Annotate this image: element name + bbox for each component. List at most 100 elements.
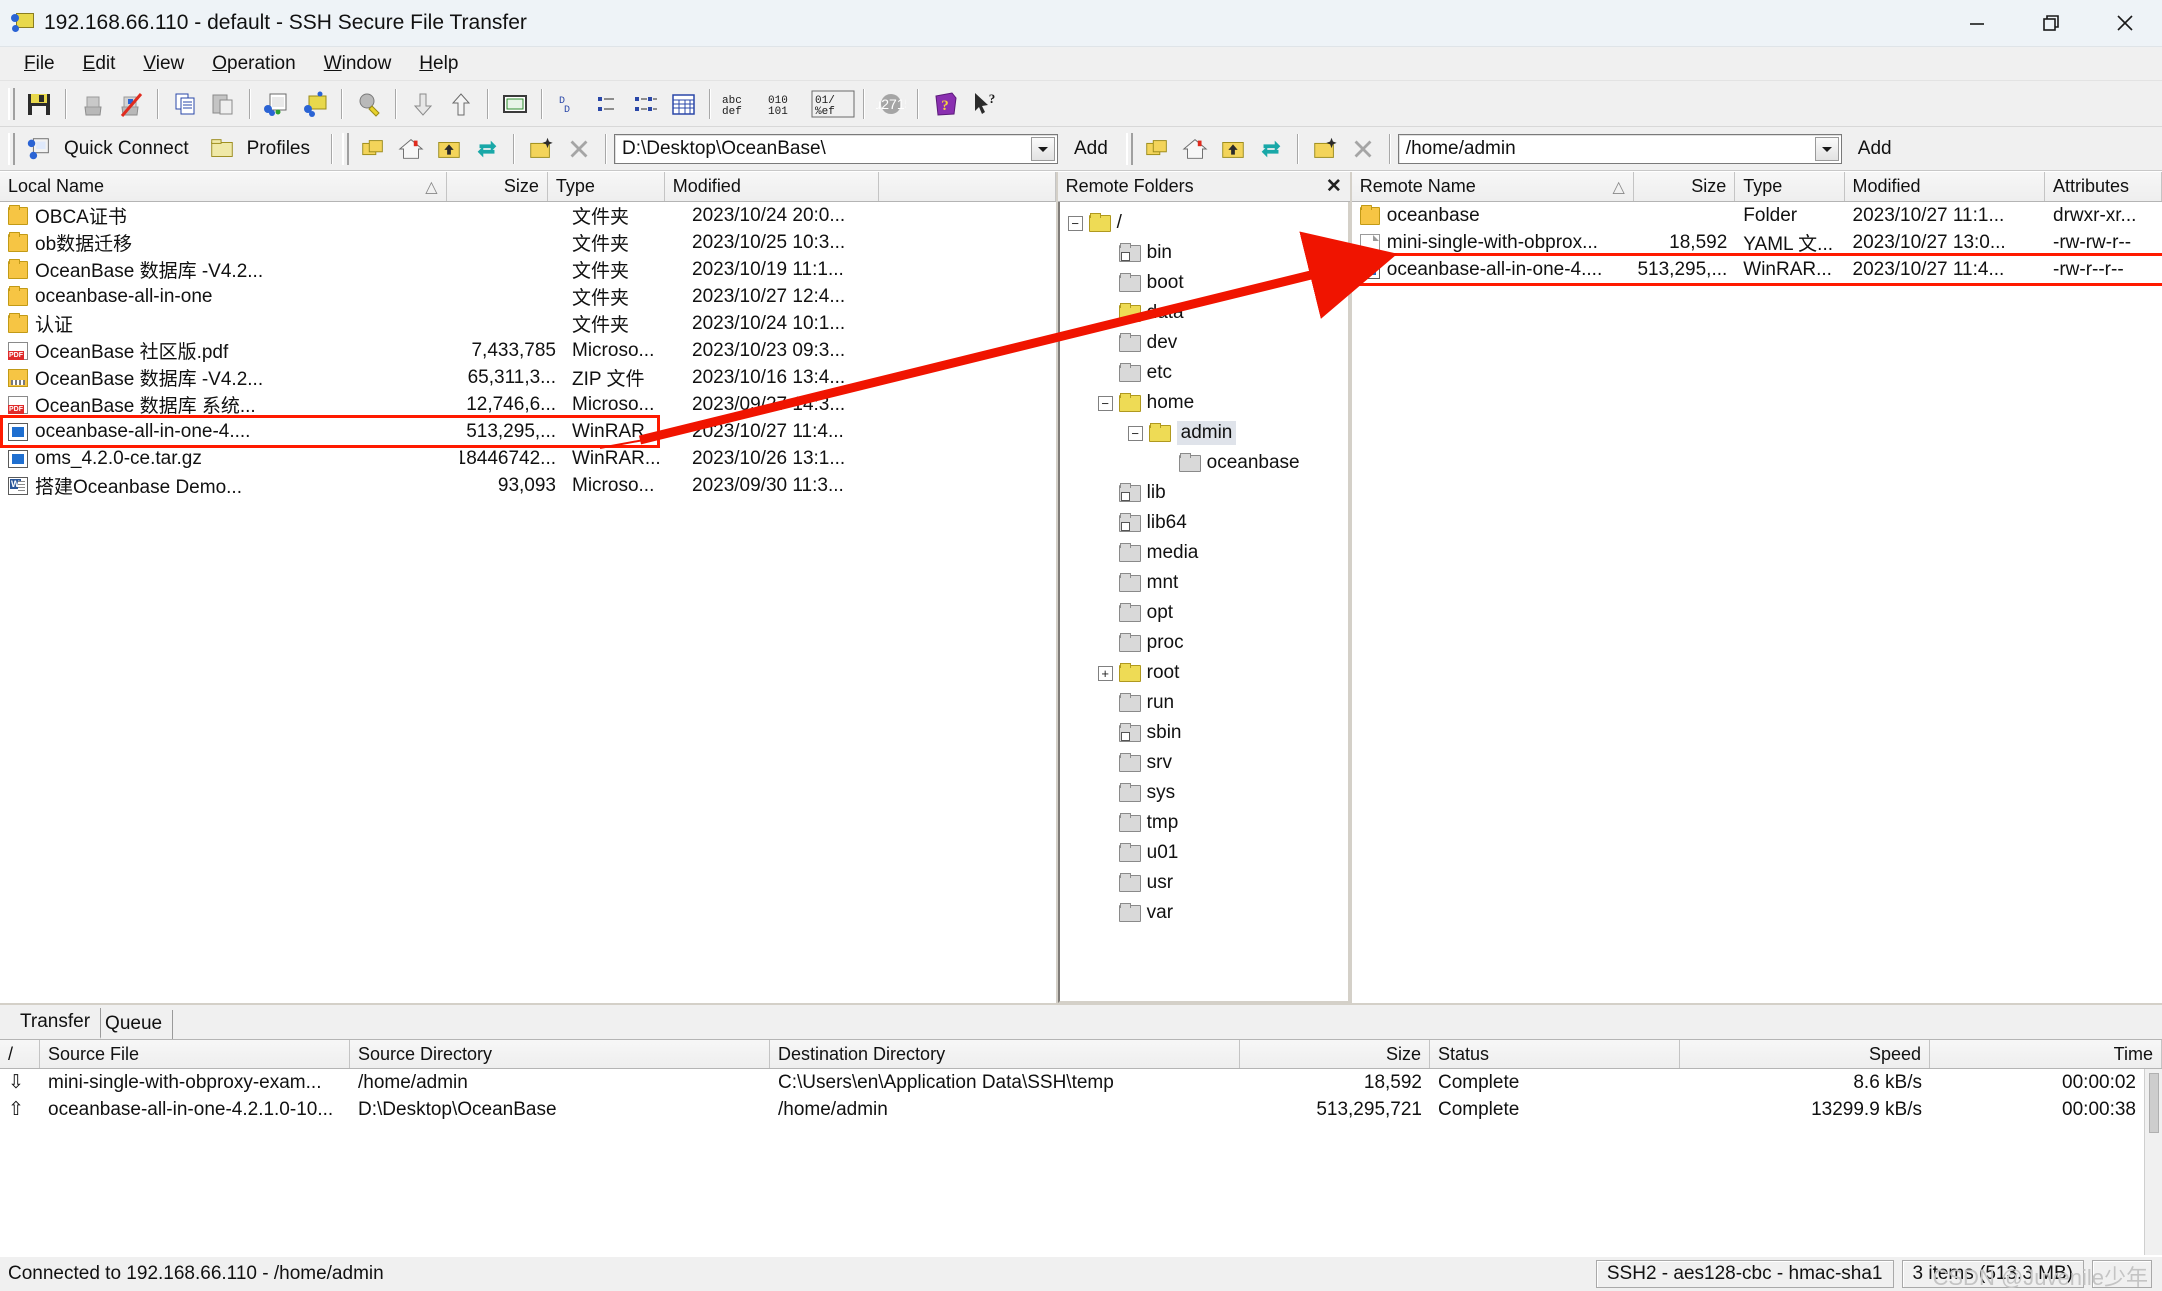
- ascii-icon[interactable]: abc def: [718, 85, 764, 123]
- tab-queue[interactable]: Queue: [101, 1010, 173, 1039]
- remote-path-dropdown-icon[interactable]: [1815, 137, 1839, 161]
- parent-folder-icon[interactable]: [430, 130, 468, 168]
- table-row[interactable]: OBCA证书文件夹2023/10/24 20:0...: [0, 202, 1056, 229]
- view-icon[interactable]: [496, 85, 534, 123]
- remote-folders-tree[interactable]: −/binbootdatadevetc−home−adminoceanbasel…: [1058, 202, 1350, 1003]
- remote-column-header[interactable]: Attributes: [2045, 172, 2162, 201]
- local-column-header[interactable]: Modified: [665, 172, 879, 201]
- new-folder-icon[interactable]: [522, 130, 560, 168]
- restore-button[interactable]: [2014, 0, 2088, 47]
- menu-edit[interactable]: Edit: [69, 49, 130, 79]
- transfer-column-header[interactable]: Destination Directory: [770, 1040, 1240, 1068]
- print-setup-icon[interactable]: [112, 85, 150, 123]
- tree-node-bin[interactable]: bin: [1068, 238, 1348, 268]
- settings-icon[interactable]: [350, 85, 388, 123]
- tree-node-admin[interactable]: −admin: [1068, 418, 1348, 448]
- remote-parent-folder-icon[interactable]: [1214, 130, 1252, 168]
- new-file-transfer-icon[interactable]: [296, 85, 334, 123]
- list-large-icon[interactable]: [588, 85, 626, 123]
- download-icon[interactable]: [404, 85, 442, 123]
- remote-column-header[interactable]: Modified: [1845, 172, 2045, 201]
- connectbar-grip[interactable]: [8, 133, 15, 165]
- help-icon[interactable]: ?: [926, 85, 964, 123]
- tab-transfer[interactable]: Transfer: [16, 1008, 101, 1039]
- local-nav-grip[interactable]: [342, 133, 349, 165]
- quick-connect-icon[interactable]: [20, 130, 58, 168]
- tree-node-etc[interactable]: etc: [1068, 358, 1348, 388]
- tree-node-tmp[interactable]: tmp: [1068, 808, 1348, 838]
- tree-node-oceanbase[interactable]: oceanbase: [1068, 448, 1348, 478]
- tree-node-sys[interactable]: sys: [1068, 778, 1348, 808]
- transfer-row[interactable]: ⇧oceanbase-all-in-one-4.2.1.0-10...D:\De…: [0, 1096, 2144, 1123]
- menu-help[interactable]: Help: [405, 49, 472, 79]
- tree-node-lib64[interactable]: lib64: [1068, 508, 1348, 538]
- binary-icon[interactable]: 010 101: [764, 85, 810, 123]
- transfer-row[interactable]: ⇩mini-single-with-obproxy-exam.../home/a…: [0, 1069, 2144, 1096]
- home-folder-icon[interactable]: [392, 130, 430, 168]
- remote-column-header[interactable]: Size: [1634, 172, 1735, 201]
- save-icon[interactable]: [20, 85, 58, 123]
- tree-node-mnt[interactable]: mnt: [1068, 568, 1348, 598]
- table-row[interactable]: OceanBase 社区版.pdf7,433,785Microso...2023…: [0, 337, 1056, 364]
- close-button[interactable]: [2088, 0, 2162, 47]
- go-up-folder-icon[interactable]: [354, 130, 392, 168]
- tree-node-[interactable]: −/: [1068, 208, 1348, 238]
- remote-go-up-folder-icon[interactable]: [1138, 130, 1176, 168]
- local-path-dropdown-icon[interactable]: [1031, 137, 1055, 161]
- tree-node-var[interactable]: var: [1068, 898, 1348, 928]
- tree-node-dev[interactable]: dev: [1068, 328, 1348, 358]
- tree-node-boot[interactable]: boot: [1068, 268, 1348, 298]
- remote-column-header[interactable]: Type: [1735, 172, 1844, 201]
- local-column-header[interactable]: Size: [447, 172, 548, 201]
- tree-node-data[interactable]: data: [1068, 298, 1348, 328]
- table-row[interactable]: oceanbase-all-in-one文件夹2023/10/27 12:4..…: [0, 283, 1056, 310]
- tree-node-run[interactable]: run: [1068, 688, 1348, 718]
- collapse-icon[interactable]: −: [1098, 396, 1113, 411]
- remote-nav-grip[interactable]: [1126, 133, 1133, 165]
- menu-window[interactable]: Window: [310, 49, 406, 79]
- tree-node-srv[interactable]: srv: [1068, 748, 1348, 778]
- remote-file-list[interactable]: oceanbaseFolder2023/10/27 11:1...drwxr-x…: [1352, 202, 2162, 1003]
- remote-home-folder-icon[interactable]: [1176, 130, 1214, 168]
- transfer-column-header[interactable]: Time: [1930, 1040, 2162, 1068]
- transfer-column-header[interactable]: Source File: [40, 1040, 350, 1068]
- tree-node-u01[interactable]: u01: [1068, 838, 1348, 868]
- table-row[interactable]: 认证文件夹2023/10/24 10:1...: [0, 310, 1056, 337]
- context-help-icon[interactable]: ?: [964, 85, 1002, 123]
- list-detail-icon[interactable]: [626, 85, 664, 123]
- tree-node-media[interactable]: media: [1068, 538, 1348, 568]
- toolbar-grip[interactable]: [8, 88, 15, 120]
- paste-icon[interactable]: [204, 85, 242, 123]
- new-terminal-icon[interactable]: [258, 85, 296, 123]
- transfer-column-header[interactable]: Source Directory: [350, 1040, 770, 1068]
- remote-delete-icon[interactable]: [1344, 130, 1382, 168]
- print-icon[interactable]: [74, 85, 112, 123]
- table-row[interactable]: oceanbase-all-in-one-4....513,295,...Win…: [1352, 256, 2162, 283]
- close-icon[interactable]: ✕: [1326, 175, 1342, 198]
- transfer-column-header[interactable]: Status: [1430, 1040, 1680, 1068]
- menu-file[interactable]: File: [10, 49, 69, 79]
- collapse-icon[interactable]: −: [1068, 216, 1083, 231]
- table-row[interactable]: 搭建Oceanbase Demo...93,093Microso...2023/…: [0, 472, 1056, 499]
- tree-node-proc[interactable]: proc: [1068, 628, 1348, 658]
- table-row[interactable]: OceanBase 数据库 -V4.2...65,311,3...ZIP 文件2…: [0, 364, 1056, 391]
- table-row[interactable]: OceanBase 数据库 系统...12,746,6...Microso...…: [0, 391, 1056, 418]
- table-row[interactable]: ob数据迁移文件夹2023/10/25 10:3...: [0, 229, 1056, 256]
- minimize-button[interactable]: [1940, 0, 2014, 47]
- tree-node-lib[interactable]: lib: [1068, 478, 1348, 508]
- local-column-header[interactable]: Local Name△: [0, 172, 447, 201]
- menu-operation[interactable]: Operation: [198, 49, 309, 79]
- transfer-column-header[interactable]: /: [0, 1040, 40, 1068]
- auto-icon[interactable]: 01/ %ef: [810, 85, 856, 123]
- list-small-icon[interactable]: D D: [550, 85, 588, 123]
- local-add-button[interactable]: Add: [1074, 138, 1108, 160]
- upload-icon[interactable]: [442, 85, 480, 123]
- collapse-icon[interactable]: −: [1128, 426, 1143, 441]
- menu-view[interactable]: View: [129, 49, 198, 79]
- tree-node-opt[interactable]: opt: [1068, 598, 1348, 628]
- profiles-icon[interactable]: [203, 130, 241, 168]
- list-report-icon[interactable]: [664, 85, 702, 123]
- delete-icon[interactable]: [560, 130, 598, 168]
- transfer-row-list[interactable]: ⇩mini-single-with-obproxy-exam.../home/a…: [0, 1069, 2144, 1255]
- tree-node-root[interactable]: +root: [1068, 658, 1348, 688]
